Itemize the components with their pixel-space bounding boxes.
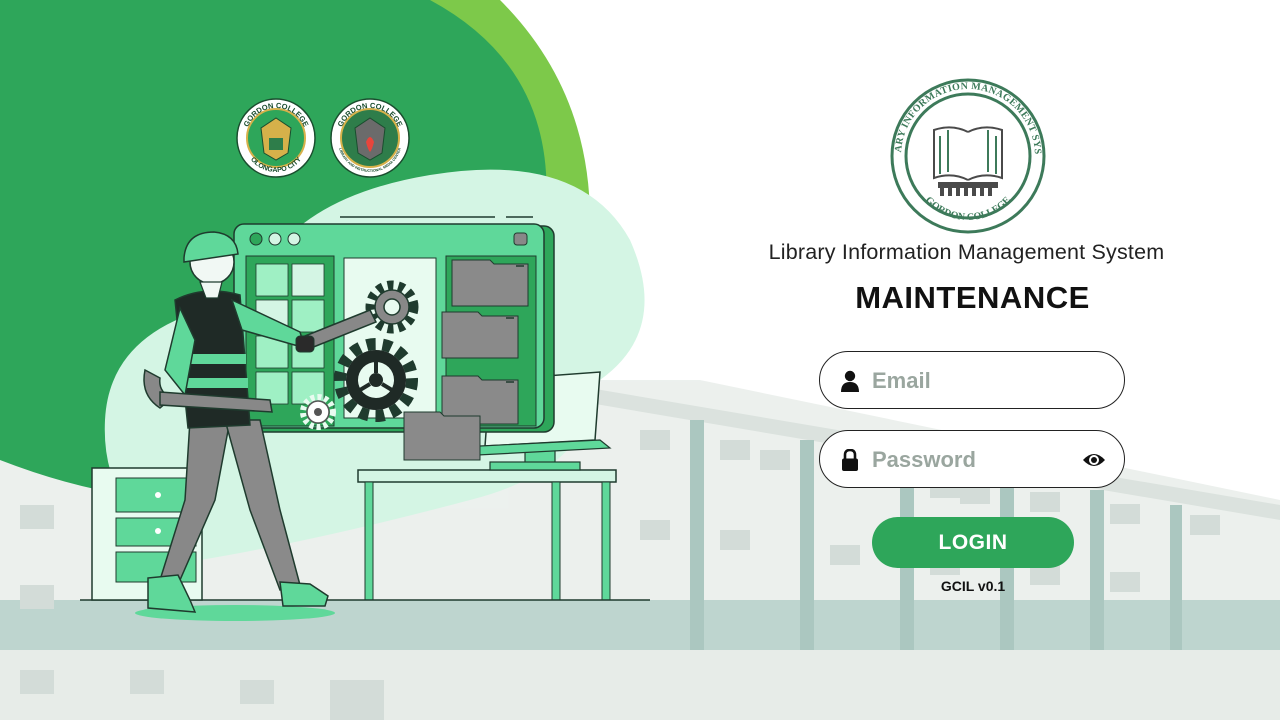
login-button[interactable]: LOGIN xyxy=(872,517,1074,568)
email-input[interactable] xyxy=(870,362,1074,400)
system-title: Library Information Management System xyxy=(768,240,1165,264)
user-icon xyxy=(841,370,859,392)
login-panel: LIBRARY INFORMATION MANAGEMENT SYSTEM GO… xyxy=(740,60,1210,620)
gordon-college-seal-logo: GORDON COLLEGE OLONGAPO CITY xyxy=(236,98,316,178)
library-center-seal-logo: GORDON COLLEGE LIBRARY AND INSTRUCTIONAL… xyxy=(330,98,410,178)
version-label: GCIL v0.1 xyxy=(940,578,1006,594)
password-field[interactable] xyxy=(819,430,1125,488)
email-field[interactable] xyxy=(819,351,1125,409)
eye-icon[interactable] xyxy=(1082,451,1106,469)
password-input[interactable] xyxy=(870,441,1074,479)
page-title: MAINTENANCE xyxy=(855,280,1090,315)
lims-logo: LIBRARY INFORMATION MANAGEMENT SYSTEM GO… xyxy=(890,78,1046,234)
lock-icon xyxy=(842,449,858,471)
